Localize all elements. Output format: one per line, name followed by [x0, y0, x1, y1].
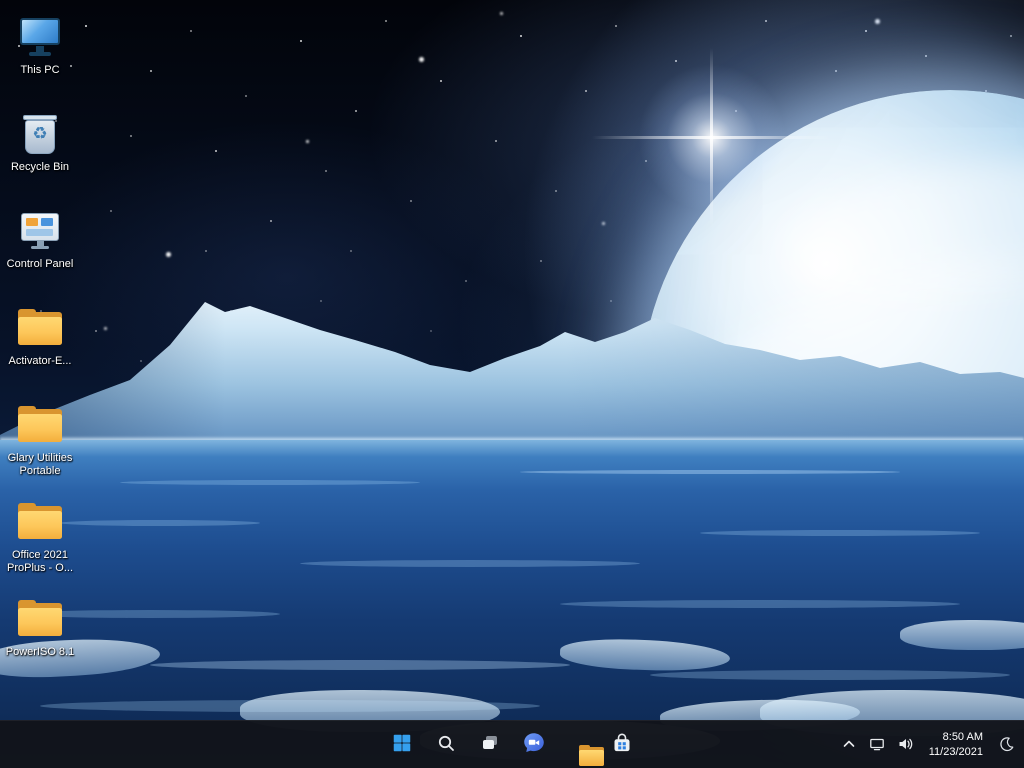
bright-stars: [0, 0, 3, 3]
chat-icon: [522, 731, 546, 758]
recycle-bin-icon: ♻: [17, 110, 63, 158]
desktop-icon-label: Recycle Bin: [10, 161, 70, 173]
search-button[interactable]: [426, 725, 466, 765]
desktop-icon-this-pc[interactable]: This PC: [2, 8, 78, 105]
desktop-icon-folder-activator[interactable]: Activator-E...: [2, 299, 78, 396]
task-view-icon: [480, 733, 500, 756]
clock-button[interactable]: 8:50 AM 11/23/2021: [920, 725, 992, 765]
taskbar-center-icons: [382, 725, 642, 766]
chevron-up-icon: [841, 736, 857, 755]
focus-assist-button[interactable]: [994, 725, 1020, 765]
recycle-symbol: ♻: [32, 124, 48, 144]
sea-streak: [120, 480, 420, 485]
chat-button[interactable]: [514, 725, 554, 765]
sea-streak: [300, 560, 640, 567]
network-icon: [869, 736, 885, 755]
tray-date: 11/23/2021: [928, 746, 983, 758]
sea-streak: [150, 660, 570, 670]
folder-icon: [16, 595, 64, 643]
desktop-icon-folder-glary[interactable]: Glary Utilities Portable: [2, 396, 78, 493]
sea-streak: [650, 670, 1010, 680]
desktop-icon-label: Office 2021 ProPlus - O...: [6, 549, 74, 575]
desktop-icon-label: Glary Utilities Portable: [7, 452, 73, 478]
desktop-icon-folder-poweriso[interactable]: PowerISO 8.1: [2, 590, 78, 687]
desktop-icon-label: PowerISO 8.1: [5, 646, 75, 658]
task-view-button[interactable]: [470, 725, 510, 765]
desktop-icon-folder-office[interactable]: Office 2021 ProPlus - O...: [2, 493, 78, 590]
volume-button[interactable]: [892, 725, 918, 765]
folder-icon: [16, 304, 64, 352]
network-button[interactable]: [864, 725, 890, 765]
desktop-screen: This PC ♻ Recycle Bin Control Panel Acti…: [0, 0, 1024, 768]
start-button[interactable]: [382, 725, 422, 765]
folder-icon: [16, 401, 64, 449]
search-icon: [436, 733, 456, 756]
store-button[interactable]: [602, 725, 642, 765]
system-tray: 8:50 AM 11/23/2021: [836, 721, 1020, 768]
wallpaper: [0, 0, 1024, 768]
desktop-icon-recycle-bin[interactable]: ♻ Recycle Bin: [2, 105, 78, 202]
tray-time: 8:50 AM: [942, 731, 983, 744]
file-explorer-button[interactable]: [558, 725, 604, 766]
moon-icon: [999, 736, 1015, 755]
sea-streak: [520, 470, 900, 474]
folder-icon: [16, 498, 64, 546]
control-panel-icon: [17, 207, 63, 255]
hidden-icons-button[interactable]: [836, 725, 862, 765]
this-pc-icon: [17, 13, 63, 61]
desktop-icon-label: Control Panel: [6, 258, 74, 270]
taskbar: 8:50 AM 11/23/2021: [0, 720, 1024, 768]
windows-logo-icon: [391, 732, 413, 757]
desktop-icon-grid: This PC ♻ Recycle Bin Control Panel Acti…: [2, 8, 78, 687]
ice-floe: [900, 620, 1024, 650]
store-icon: [610, 731, 634, 758]
sea-streak: [60, 520, 260, 526]
volume-icon: [897, 736, 913, 755]
sea-streak: [700, 530, 980, 536]
sea-streak: [560, 600, 960, 608]
desktop-icon-label: This PC: [20, 64, 60, 76]
star-flare-vertical: [710, 48, 713, 228]
desktop-icon-control-panel[interactable]: Control Panel: [2, 202, 78, 299]
desktop-icon-label: Activator-E...: [8, 355, 72, 367]
